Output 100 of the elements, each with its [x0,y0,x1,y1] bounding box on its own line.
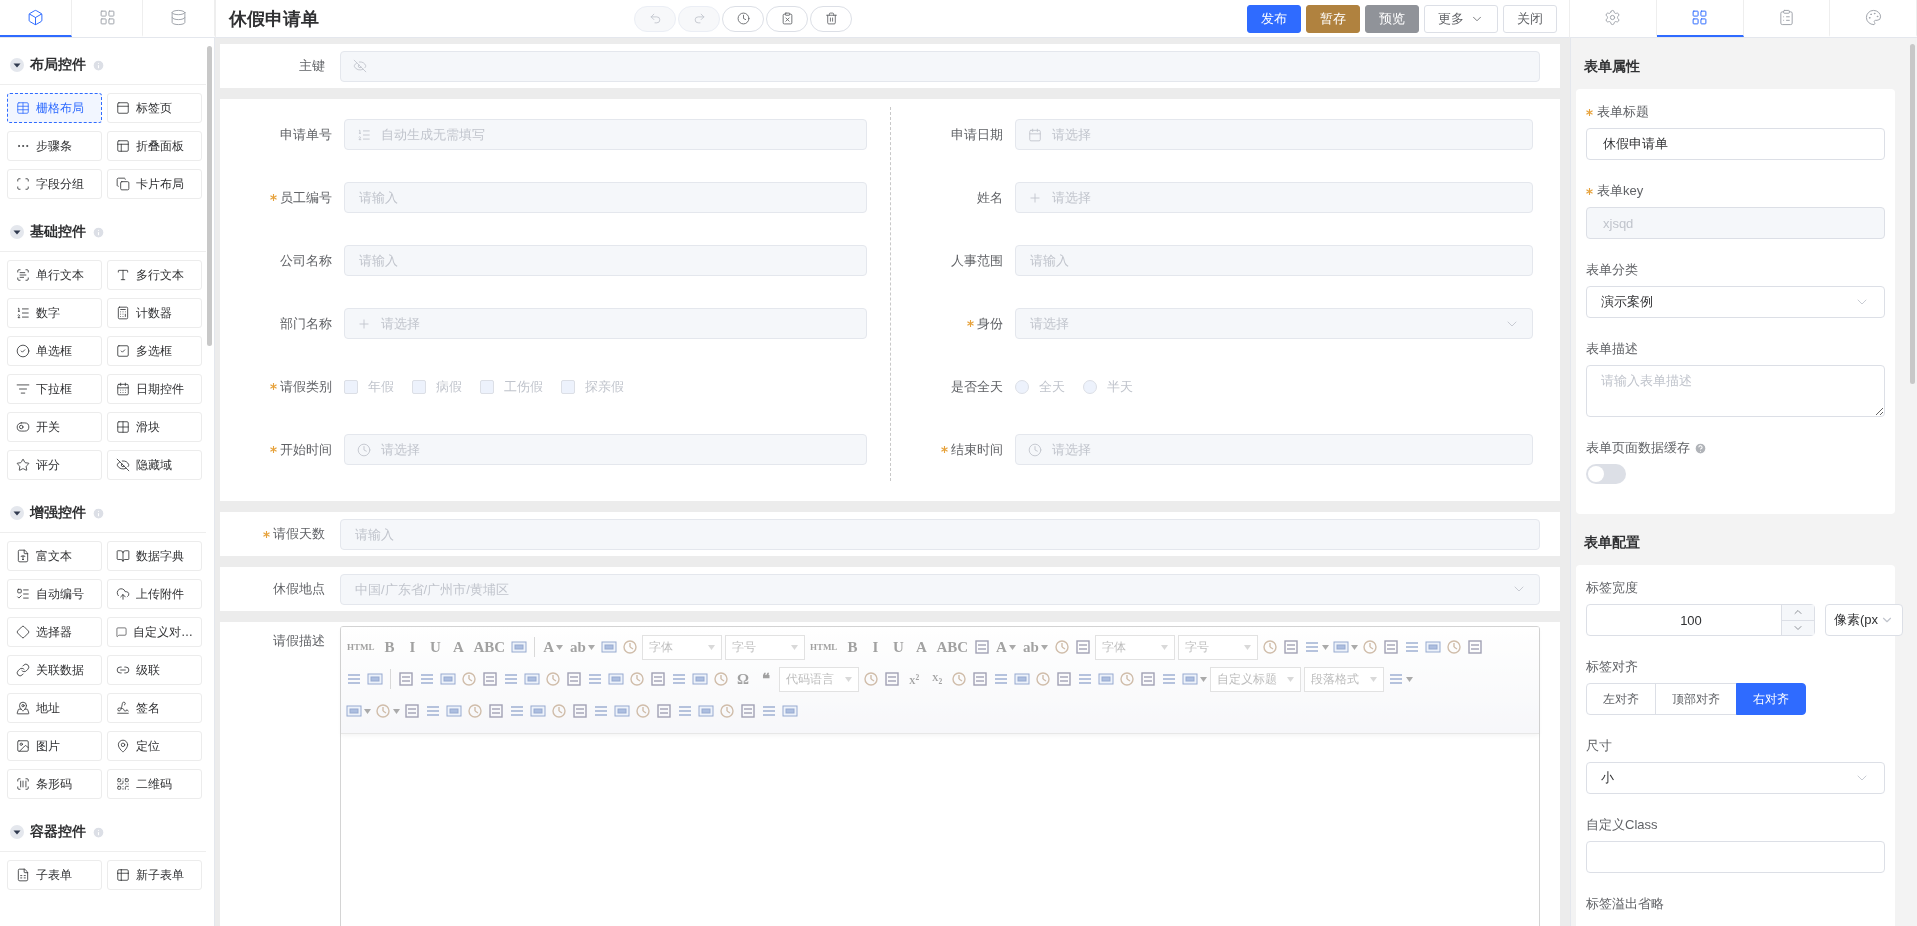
toolbar-icon[interactable] [655,702,673,720]
checkbox[interactable] [344,379,358,394]
component-item[interactable]: 选择器 [7,617,102,647]
collapse-icon[interactable] [10,58,24,72]
collapse-icon[interactable] [10,506,24,520]
toolbar-icon[interactable] [1052,638,1071,656]
toolbar-icon[interactable] [565,670,583,688]
tool-button[interactable] [766,5,808,32]
toolbar-icon[interactable] [628,670,646,688]
checkbox[interactable] [480,379,494,394]
component-item[interactable]: 隐藏域 [107,450,202,480]
segment-button[interactable]: 顶部对齐 [1655,683,1737,715]
segment-button[interactable]: 左对齐 [1586,683,1656,715]
toolbar-icon[interactable] [973,638,992,656]
component-item[interactable]: 签名 [107,693,202,723]
toolbar-icon[interactable] [1055,670,1073,688]
component-item[interactable]: 数字 [7,298,102,328]
segment-button[interactable]: 右对齐 [1736,683,1806,715]
component-item[interactable]: 关联数据 [7,655,102,685]
collapse-icon[interactable] [10,825,24,839]
toolbar-icon[interactable] [883,670,901,688]
component-item[interactable]: 条形码 [7,769,102,799]
toolbar-icon[interactable] [1381,638,1400,656]
toolbar-icon[interactable] [397,670,415,688]
component-item[interactable]: 日期控件 [107,374,202,404]
component-item[interactable]: 单选框 [7,336,102,366]
component-item[interactable]: 卡片布局 [107,169,202,199]
component-item[interactable]: 级联 [107,655,202,685]
toolbar-icon[interactable] [691,670,709,688]
toolbar-icon[interactable] [366,670,384,688]
toolbar-icon[interactable] [466,702,484,720]
toolbar-icon[interactable] [649,670,667,688]
text-input[interactable]: 100 [1601,611,1781,629]
component-item[interactable]: 新子表单 [107,860,202,890]
toolbar-icon[interactable] [712,670,730,688]
action-button[interactable]: 更多 [1424,4,1498,33]
toolbar-icon[interactable] [481,670,499,688]
toolbar-icon[interactable] [445,702,463,720]
toolbar-icon[interactable] [620,638,639,656]
select-field[interactable]: 小 [1586,762,1885,794]
toolbar-icon[interactable] [971,670,989,688]
component-item[interactable]: 自定义对… [107,617,202,647]
dropdown-button[interactable] [1181,670,1207,688]
toolbar-icon[interactable] [1281,638,1300,656]
component-item[interactable]: 栅格布局 [7,93,102,123]
component-item[interactable]: 开关 [7,412,102,442]
input-field[interactable] [1586,841,1885,873]
toolbar-icon[interactable] [739,702,757,720]
toolbar-icon[interactable] [634,702,652,720]
toolbar-icon[interactable] [781,702,799,720]
toolbar-icon[interactable] [1465,638,1484,656]
toolbar-icon[interactable] [607,670,625,688]
toolbar-icon[interactable] [439,670,457,688]
component-item[interactable]: 多选框 [107,336,202,366]
select-field[interactable]: 演示案例 [1586,286,1885,318]
component-item[interactable]: 字段分组 [7,169,102,199]
component-item[interactable]: 富文本 [7,541,102,571]
toolbar-icon[interactable] [950,670,968,688]
checkbox[interactable] [561,379,575,394]
toolbar-icon[interactable] [1360,638,1379,656]
component-item[interactable]: 步骤条 [7,131,102,161]
component-item[interactable]: 折叠面板 [107,131,202,161]
tool-button[interactable] [722,5,764,32]
toolbar-icon[interactable] [1073,638,1092,656]
checkbox[interactable] [412,379,426,394]
dropdown-button[interactable] [345,702,371,720]
component-item[interactable]: 滑块 [107,412,202,442]
dropdown-button[interactable] [374,702,400,720]
component-item[interactable]: 子表单 [7,860,102,890]
component-item[interactable]: 自动编号 [7,579,102,609]
toolbar-icon[interactable] [374,702,392,720]
toolbar-icon[interactable] [613,702,631,720]
input-field[interactable]: 休假申请单 [1586,128,1885,160]
toolbar-icon[interactable] [1260,638,1279,656]
toolbar-icon[interactable] [1331,638,1350,656]
toolbar-icon[interactable] [550,702,568,720]
increment-button[interactable] [1782,605,1814,620]
toolbar-icon[interactable] [1013,670,1031,688]
radio-button[interactable] [1014,379,1029,394]
toolbar-icon[interactable] [1118,670,1136,688]
component-item[interactable]: 标签页 [107,93,202,123]
number-field[interactable]: 100 [1586,604,1815,636]
toolbar-icon[interactable] [1444,638,1463,656]
component-item[interactable]: 计数器 [107,298,202,328]
toolbar-icon[interactable] [599,638,618,656]
select-field[interactable]: 像素(px [1825,604,1903,636]
toolbar-icon[interactable] [544,670,562,688]
toolbar-icon[interactable] [460,670,478,688]
toolbar-icon[interactable] [510,638,529,656]
textarea-field[interactable]: 请输入表单描述 [1586,365,1885,417]
collapse-icon[interactable] [10,225,24,239]
dropdown-button[interactable] [1331,638,1358,656]
component-item[interactable]: 上传附件 [107,579,202,609]
toolbar-icon[interactable] [571,702,589,720]
component-item[interactable]: 二维码 [107,769,202,799]
toolbar-icon[interactable] [1139,670,1157,688]
component-item[interactable]: 评分 [7,450,102,480]
component-item[interactable]: 多行文本 [107,260,202,290]
toolbar-icon[interactable] [345,702,363,720]
action-button[interactable]: 关闭 [1503,4,1557,33]
